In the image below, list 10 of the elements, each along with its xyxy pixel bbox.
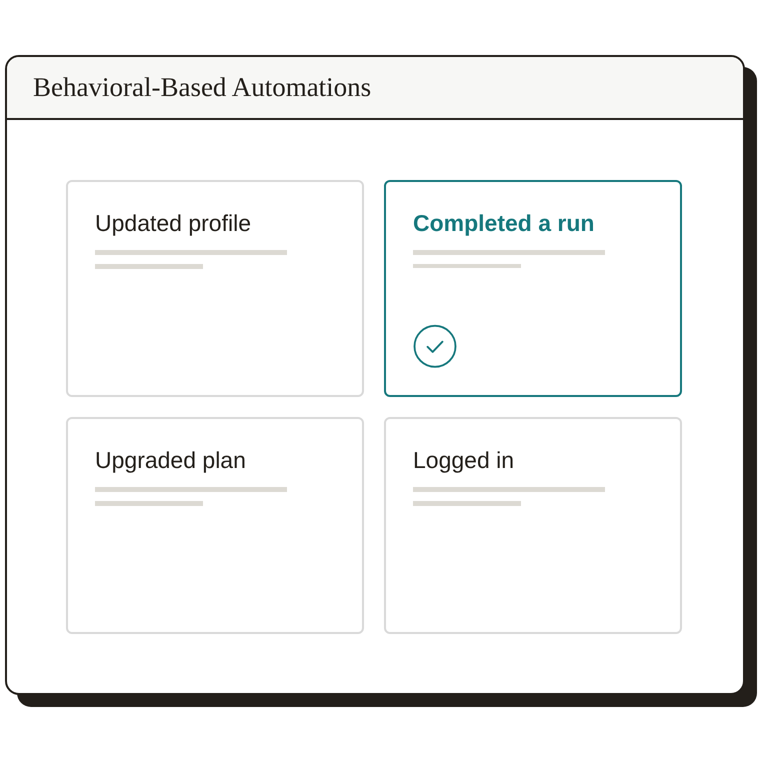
- trigger-card[interactable]: Upgraded plan: [66, 417, 364, 634]
- window-title: Behavioral-Based Automations: [33, 72, 372, 103]
- card-title: Updated profile: [95, 209, 251, 238]
- trigger-card[interactable]: Completed a run: [384, 180, 682, 397]
- checkmark-circle-icon: [411, 324, 459, 369]
- card-title: Logged in: [413, 446, 514, 475]
- trigger-card[interactable]: Updated profile: [66, 180, 364, 397]
- card-title: Completed a run: [413, 209, 594, 238]
- trigger-card[interactable]: Logged in: [384, 417, 682, 634]
- card-title: Upgraded plan: [95, 446, 246, 475]
